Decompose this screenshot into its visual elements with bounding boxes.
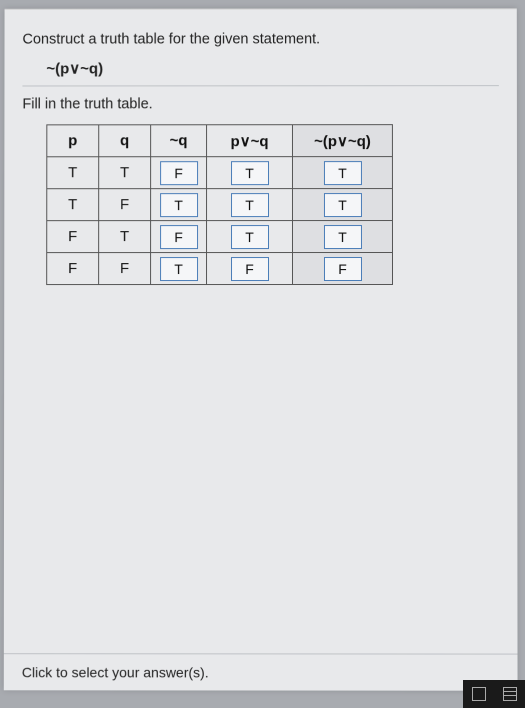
question-panel: Construct a truth table for the given st… [4,8,518,690]
answer-box[interactable]: F [231,257,269,281]
cell-p-or-not-q[interactable]: F [207,253,293,285]
bottom-toolbar [463,680,525,708]
cell-p: F [47,221,99,253]
footer-hint[interactable]: Click to select your answer(s). [4,653,518,691]
table-row: T F T T T [47,189,393,221]
table-row: T T F T T [47,157,393,189]
table-header-row: p q ~q p∨~q ~(p∨~q) [47,125,393,157]
answer-box[interactable]: F [160,161,198,185]
answer-box[interactable]: T [160,193,198,217]
answer-box[interactable]: T [231,193,269,217]
panel-icon[interactable] [472,687,486,701]
header-not-q: ~q [151,125,207,157]
layout-icon[interactable] [503,687,517,701]
cell-not-q[interactable]: T [151,253,207,285]
cell-p-or-not-q[interactable]: T [207,189,293,221]
answer-box[interactable]: T [231,161,269,185]
instruction-text: Construct a truth table for the given st… [22,31,498,47]
statement-row: ~(p∨~q) [22,59,498,86]
header-p: p [47,125,99,157]
cell-p: T [47,157,99,189]
cell-final[interactable]: T [292,221,392,253]
header-q: q [99,125,151,157]
answer-box[interactable]: F [323,257,361,281]
header-final: ~(p∨~q) [292,125,392,157]
answer-box[interactable]: T [160,257,198,281]
cell-final[interactable]: F [292,253,392,285]
table-row: F F T F F [47,253,393,285]
answer-box[interactable]: T [323,225,361,249]
cell-q: F [99,189,151,221]
cell-p-or-not-q[interactable]: T [207,221,293,253]
header-p-or-not-q: p∨~q [207,125,293,157]
answer-box[interactable]: T [323,193,361,217]
statement-text: ~(p∨~q) [22,59,498,77]
cell-p-or-not-q[interactable]: T [207,157,293,189]
fill-instruction: Fill in the truth table. [22,92,499,112]
cell-q: T [99,157,151,189]
truth-table: p q ~q p∨~q ~(p∨~q) T T F T T [46,124,393,285]
answer-box[interactable]: F [160,225,198,249]
cell-not-q[interactable]: F [151,221,207,253]
cell-p: T [47,189,99,221]
truth-table-wrap: p q ~q p∨~q ~(p∨~q) T T F T T [22,124,499,285]
cell-q: T [99,221,151,253]
cell-p: F [47,253,99,285]
table-row: F T F T T [47,221,393,253]
cell-final[interactable]: T [292,189,392,221]
cell-not-q[interactable]: F [151,157,207,189]
answer-box[interactable]: T [231,225,269,249]
cell-not-q[interactable]: T [151,189,207,221]
cell-q: F [99,253,151,285]
content-area: Construct a truth table for the given st… [4,9,518,653]
cell-final[interactable]: T [292,157,392,189]
answer-box[interactable]: T [323,161,361,185]
